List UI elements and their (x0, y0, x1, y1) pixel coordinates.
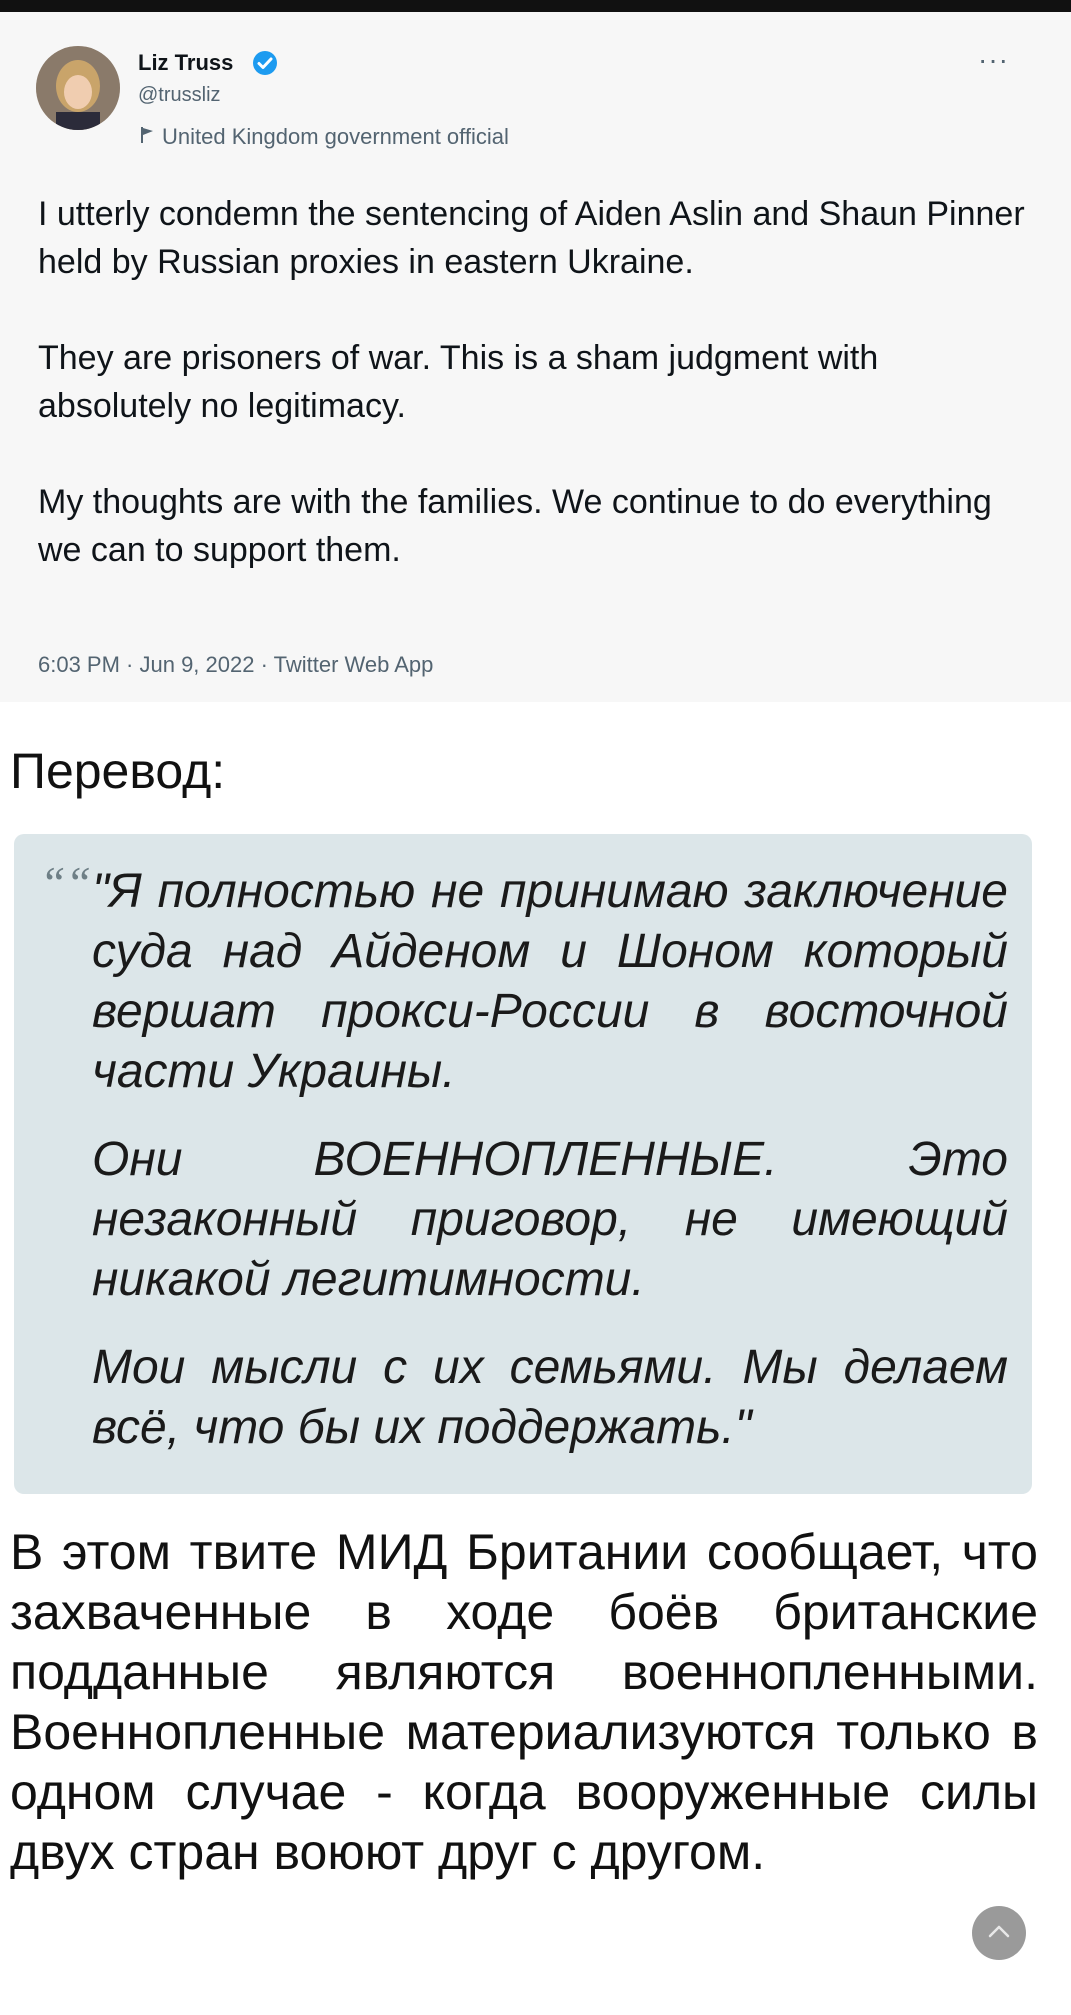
article-paragraph: В этом твите МИД Британии сообщает, что … (10, 1524, 1038, 1880)
quote-text: "Я полностью не принимаю заключение суда… (92, 862, 1008, 1486)
status-bar (0, 0, 1071, 12)
tweet-paragraph: They are prisoners of war. This is a sha… (38, 339, 879, 425)
government-label: United Kingdom government official (140, 124, 509, 150)
author-handle[interactable]: @trussliz (138, 84, 221, 107)
quote-mark-icon: ““ (40, 857, 92, 908)
quote-paragraph: Мои мысли с их семьями. Мы делаем всё, ч… (92, 1341, 1008, 1454)
chevron-up-icon (987, 1923, 1011, 1944)
translation-quote: ““ "Я полностью не принимаю заключение с… (14, 834, 1032, 1494)
tweet-paragraph: I utterly condemn the sentencing of Aide… (38, 195, 1025, 281)
more-icon[interactable]: ··· (978, 44, 1009, 76)
quote-paragraph: Они ВОЕННОПЛЕННЫЕ. Это незаконный пригов… (92, 1133, 1008, 1306)
author-name[interactable]: Liz Truss (138, 50, 233, 76)
flag-icon (140, 124, 154, 150)
scroll-to-top-button[interactable] (972, 1906, 1026, 1960)
government-label-text: United Kingdom government official (162, 124, 509, 149)
tweet-text: I utterly condemn the sentencing of Aide… (38, 190, 1038, 574)
verified-badge-icon (252, 50, 278, 76)
tweet-screenshot: Liz Truss @trussliz United Kingdom gover… (0, 12, 1071, 702)
tweet-paragraph: My thoughts are with the families. We co… (38, 483, 992, 569)
translation-heading: Перевод: (10, 743, 226, 799)
avatar (36, 46, 120, 130)
quote-paragraph: "Я полностью не принимаю заключение суда… (92, 865, 1008, 1098)
tweet-timestamp: 6:03 PM · Jun 9, 2022 · Twitter Web App (38, 652, 434, 677)
